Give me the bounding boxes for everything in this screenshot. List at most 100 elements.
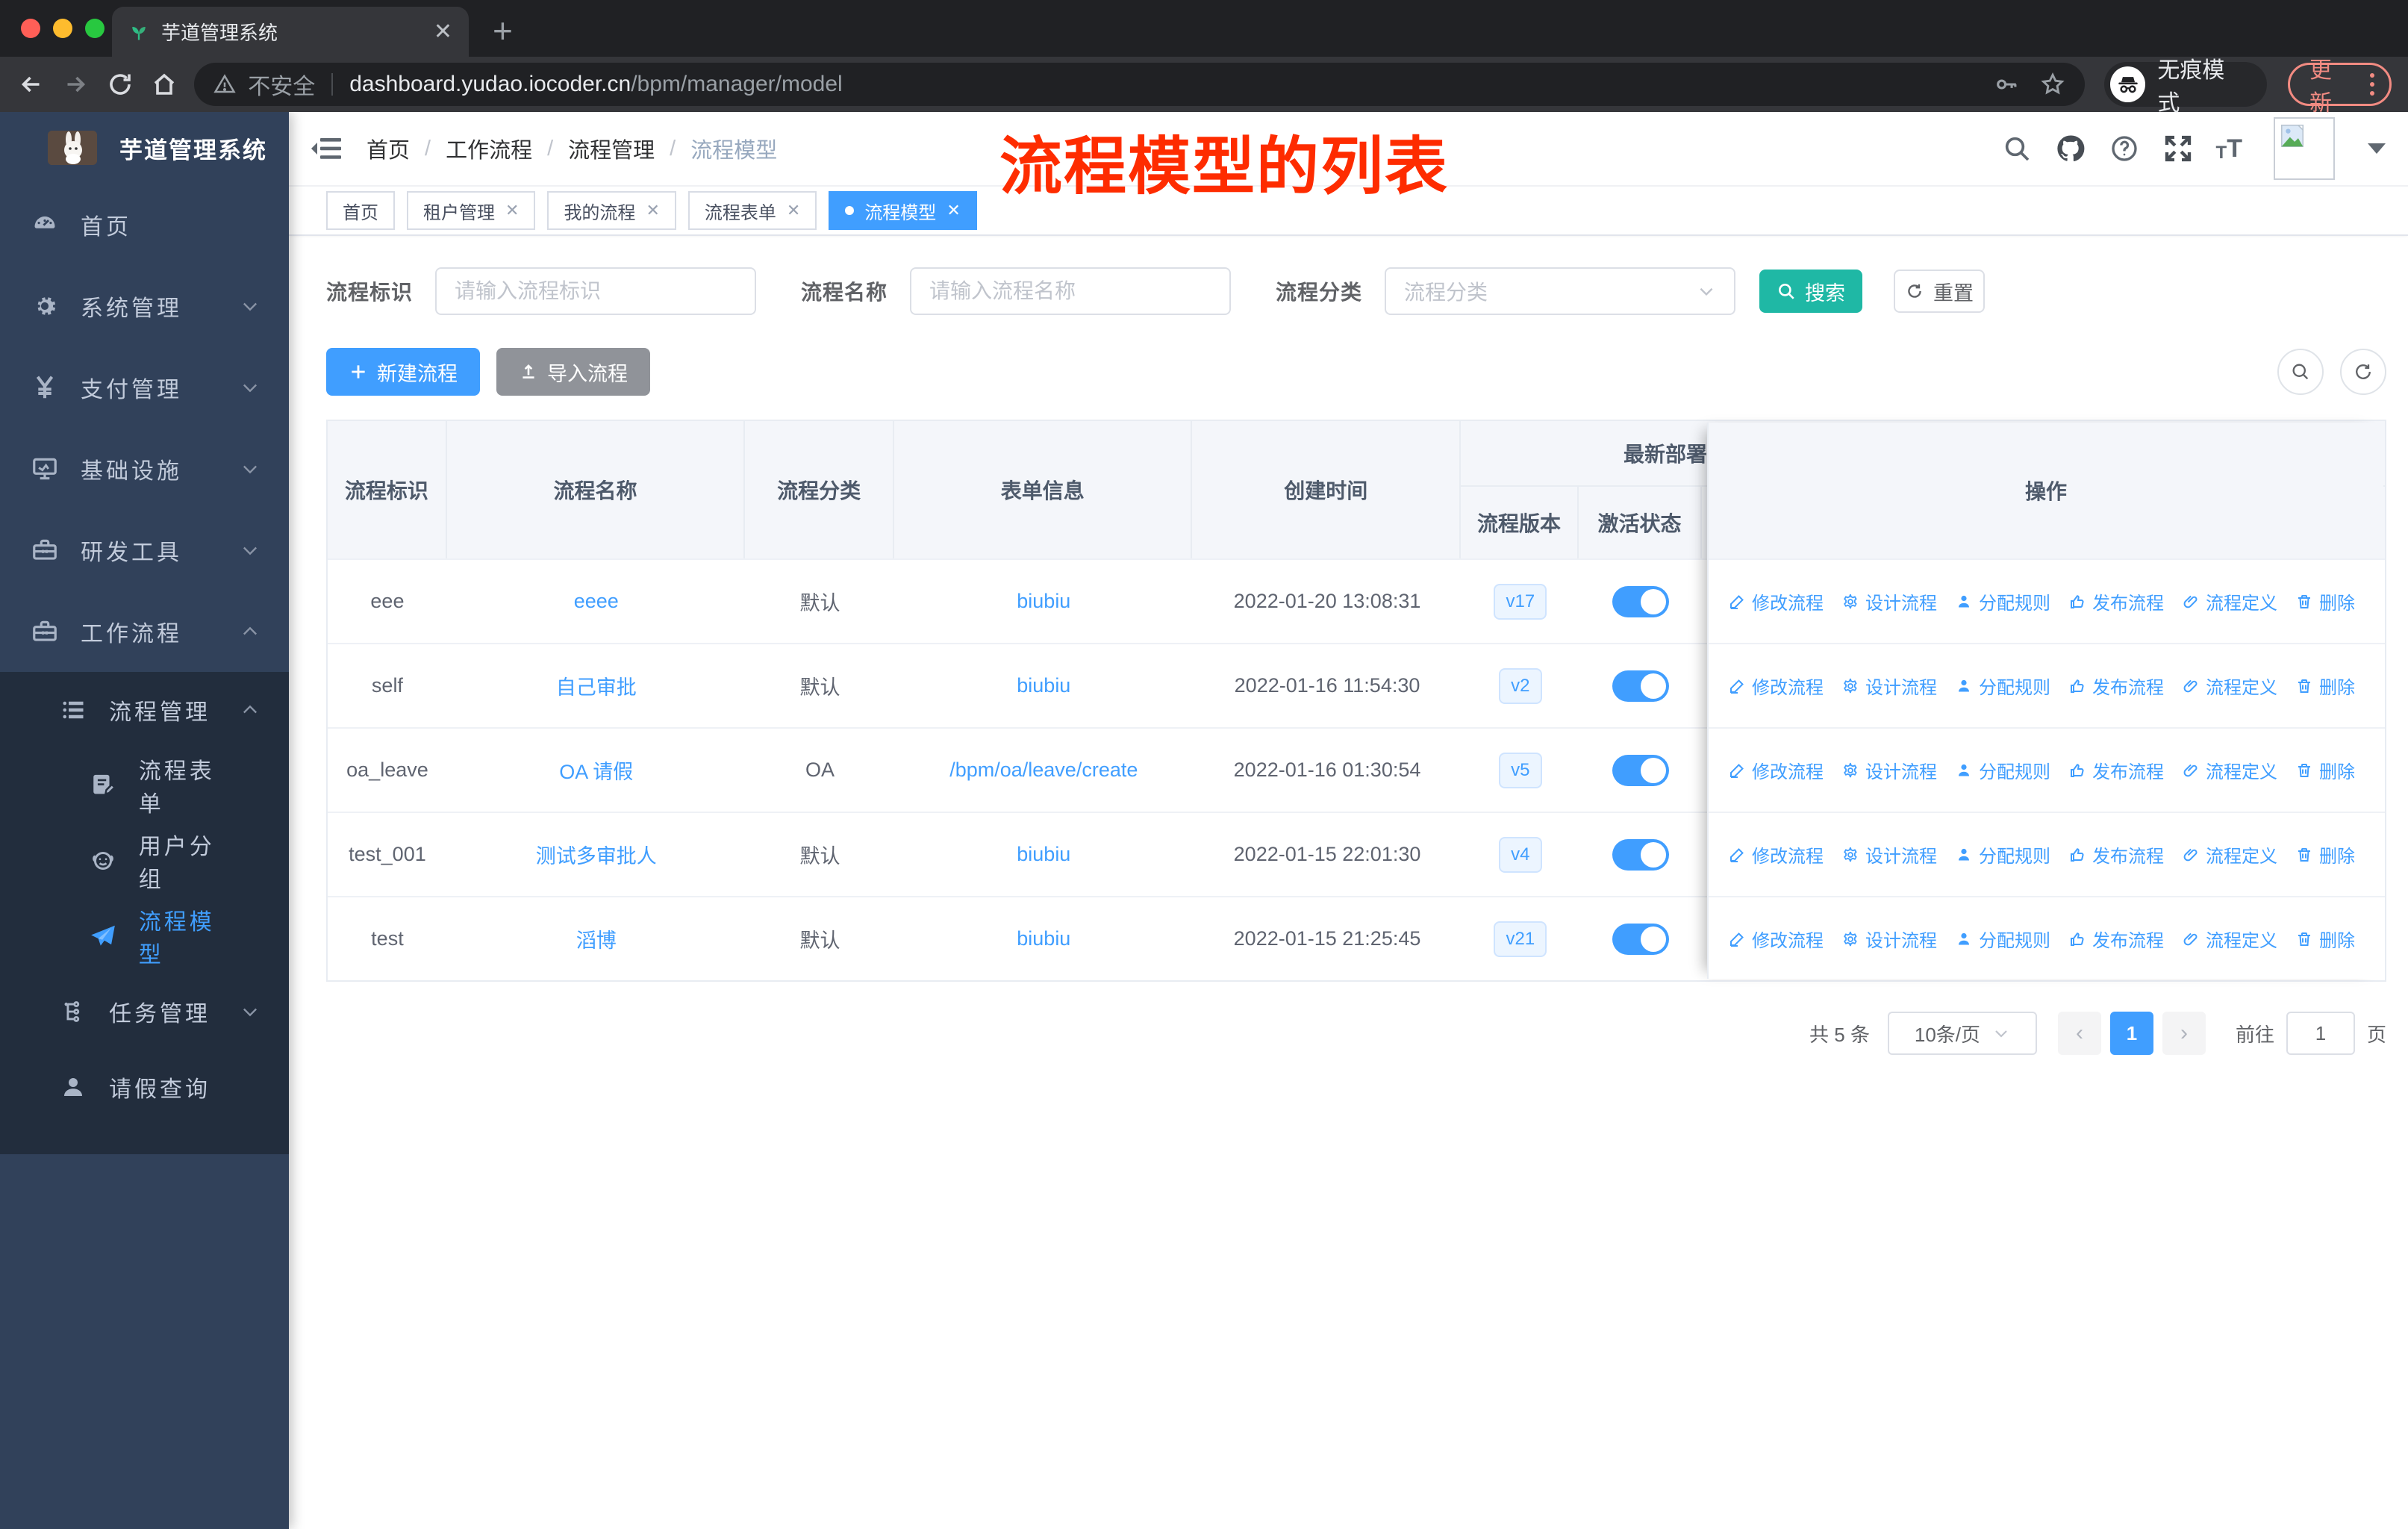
breadcrumb-process-mgmt[interactable]: 流程管理: [568, 133, 655, 164]
sidebar-item[interactable]: 工作流程: [0, 591, 289, 672]
avatar[interactable]: [2274, 117, 2335, 180]
process-name-link[interactable]: OA 请假: [559, 756, 633, 785]
sidebar-logo-row[interactable]: 芋道管理系统: [0, 112, 289, 184]
form-info-link[interactable]: biubiu: [1017, 927, 1070, 950]
help-icon[interactable]: [2109, 133, 2140, 164]
browser-menu-icon[interactable]: [2370, 73, 2374, 96]
tag-item[interactable]: 首页 ✕: [326, 191, 395, 230]
refresh-button[interactable]: [2340, 349, 2386, 395]
tab-close-icon[interactable]: ✕: [434, 19, 452, 45]
forward-icon[interactable]: [61, 69, 91, 99]
tag-close-icon[interactable]: ✕: [646, 201, 659, 220]
tag-close-icon[interactable]: ✕: [946, 201, 960, 220]
import-process-button[interactable]: 导入流程: [496, 348, 650, 396]
url-text[interactable]: dashboard.yudao.iocoder.cn/bpm/manager/m…: [349, 72, 842, 97]
sidebar-item[interactable]: 用户分组: [0, 823, 289, 898]
active-toggle[interactable]: [1612, 838, 1670, 871]
reload-icon[interactable]: [105, 69, 135, 99]
user-menu-caret-icon[interactable]: [2368, 143, 2386, 154]
tag-item[interactable]: 租户管理 ✕: [407, 191, 536, 230]
reset-button[interactable]: 重置: [1894, 270, 1986, 313]
page-size-select[interactable]: 10条/页: [1887, 1012, 2037, 1055]
operation-link[interactable]: 删除: [2295, 926, 2355, 952]
sidebar-item[interactable]: 请假查询: [0, 1049, 289, 1124]
process-name-input[interactable]: [910, 267, 1232, 315]
sidebar-item[interactable]: 流程模型: [0, 898, 289, 974]
active-toggle[interactable]: [1612, 670, 1670, 702]
process-category-select[interactable]: 流程分类: [1385, 267, 1736, 315]
operation-link[interactable]: 发布流程: [2068, 841, 2164, 868]
sidebar-item[interactable]: 基础设施: [0, 428, 289, 509]
create-process-button[interactable]: 新建流程: [326, 348, 480, 396]
update-button[interactable]: 更新: [2309, 52, 2354, 117]
sidebar-item[interactable]: 流程管理: [0, 672, 289, 747]
operation-link[interactable]: 发布流程: [2068, 926, 2164, 952]
process-name-link[interactable]: 测试多审批人: [536, 840, 657, 869]
next-page-button[interactable]: ›: [2162, 1012, 2206, 1055]
operation-link[interactable]: 设计流程: [1841, 841, 1937, 868]
process-name-link[interactable]: eeee: [574, 590, 619, 613]
sidebar-item[interactable]: 支付管理: [0, 346, 289, 428]
security-label[interactable]: 不安全: [248, 68, 315, 101]
search-icon[interactable]: [2001, 133, 2033, 164]
prev-page-button[interactable]: ‹: [2057, 1012, 2101, 1055]
operation-link[interactable]: 设计流程: [1841, 757, 1937, 783]
operation-link[interactable]: 流程定义: [2182, 841, 2277, 868]
operation-link[interactable]: 删除: [2295, 841, 2355, 868]
operation-link[interactable]: 删除: [2295, 588, 2355, 614]
tag-close-icon[interactable]: ✕: [787, 201, 800, 220]
form-info-link[interactable]: biubiu: [1017, 843, 1070, 866]
operation-link[interactable]: 设计流程: [1841, 926, 1937, 952]
operation-link[interactable]: 设计流程: [1841, 673, 1937, 699]
tag-close-icon[interactable]: ✕: [505, 201, 519, 220]
minimize-window-button[interactable]: [53, 19, 72, 38]
search-button[interactable]: 搜索: [1759, 270, 1863, 313]
operation-link[interactable]: 分配规则: [1955, 757, 2050, 783]
sidebar-item[interactable]: 系统管理: [0, 265, 289, 346]
operation-link[interactable]: 发布流程: [2068, 673, 2164, 699]
operation-link[interactable]: 删除: [2295, 757, 2355, 783]
font-size-icon[interactable]: TT: [2216, 134, 2242, 164]
tag-item[interactable]: 流程表单 ✕: [687, 191, 817, 230]
form-info-link[interactable]: biubiu: [1017, 674, 1070, 697]
zoom-window-button[interactable]: [85, 19, 105, 38]
process-key-input[interactable]: [435, 267, 757, 315]
goto-page-input[interactable]: [2286, 1012, 2355, 1055]
operation-link[interactable]: 发布流程: [2068, 757, 2164, 783]
home-icon[interactable]: [150, 69, 180, 99]
operation-link[interactable]: 流程定义: [2182, 757, 2277, 783]
operation-link[interactable]: 设计流程: [1841, 588, 1937, 614]
active-toggle[interactable]: [1612, 923, 1670, 955]
url-bar[interactable]: 不安全 dashboard.yudao.iocoder.cn/bpm/manag…: [194, 63, 2085, 106]
sidebar-item[interactable]: 流程表单: [0, 747, 289, 823]
tag-item[interactable]: 流程模型 ✕: [829, 191, 977, 230]
process-name-link[interactable]: 自己审批: [556, 671, 637, 700]
back-icon[interactable]: [16, 69, 46, 99]
operation-link[interactable]: 修改流程: [1728, 841, 1824, 868]
operation-link[interactable]: 修改流程: [1728, 673, 1824, 699]
operation-link[interactable]: 流程定义: [2182, 926, 2277, 952]
github-icon[interactable]: [2055, 133, 2086, 164]
operation-link[interactable]: 流程定义: [2182, 588, 2277, 614]
new-tab-button[interactable]: +: [493, 10, 513, 51]
operation-link[interactable]: 修改流程: [1728, 588, 1824, 614]
sidebar-item[interactable]: 研发工具: [0, 509, 289, 591]
password-key-icon[interactable]: [1994, 72, 2019, 97]
sidebar-item[interactable]: 首页: [0, 184, 289, 265]
browser-tab[interactable]: 芋道管理系统 ✕: [112, 7, 469, 57]
toggle-search-button[interactable]: [2277, 349, 2324, 395]
sidebar-collapse-icon[interactable]: [311, 134, 344, 164]
operation-link[interactable]: 分配规则: [1955, 841, 2050, 868]
breadcrumb-workflow[interactable]: 工作流程: [446, 133, 532, 164]
active-toggle[interactable]: [1612, 754, 1670, 786]
active-toggle[interactable]: [1612, 585, 1670, 617]
fullscreen-icon[interactable]: [2162, 133, 2194, 164]
breadcrumb-home[interactable]: 首页: [366, 133, 410, 164]
form-info-link[interactable]: biubiu: [1017, 590, 1070, 613]
operation-link[interactable]: 删除: [2295, 673, 2355, 699]
bookmark-star-icon[interactable]: [2040, 72, 2065, 97]
operation-link[interactable]: 修改流程: [1728, 757, 1824, 783]
operation-link[interactable]: 分配规则: [1955, 673, 2050, 699]
form-info-link[interactable]: /bpm/oa/leave/create: [949, 759, 1138, 782]
close-window-button[interactable]: [21, 19, 40, 38]
